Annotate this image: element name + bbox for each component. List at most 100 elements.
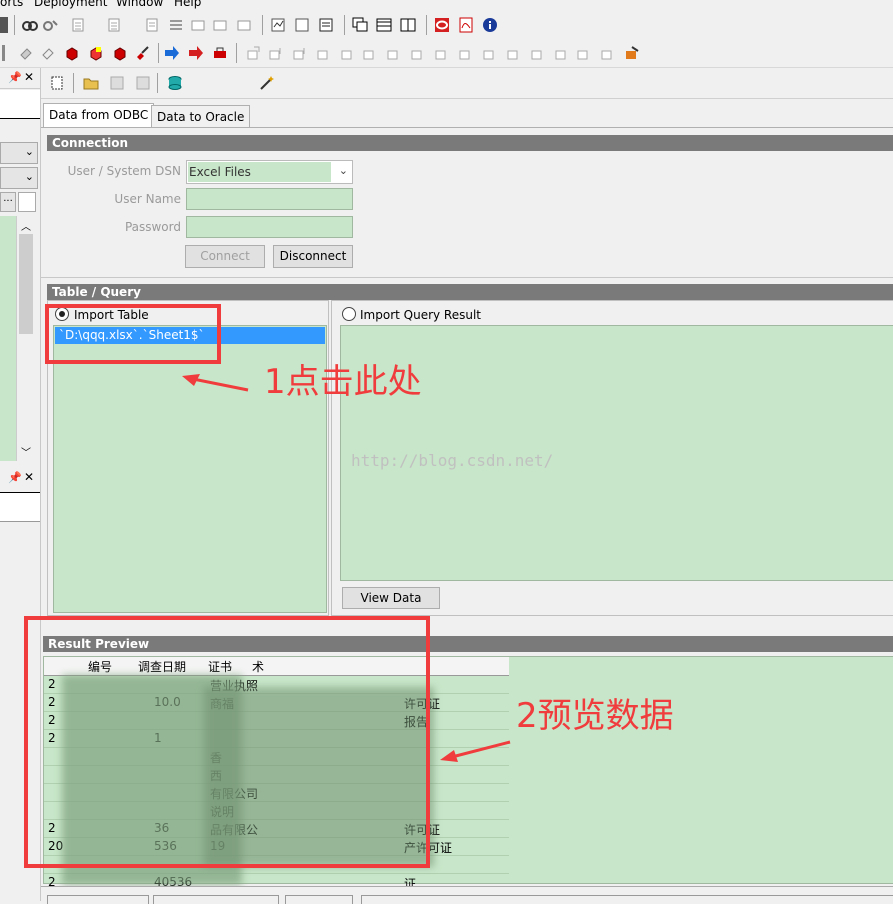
scrollbar-thumb[interactable]	[19, 234, 33, 334]
close-icon[interactable]: ✕	[24, 470, 34, 484]
username-label: User Name	[114, 192, 181, 206]
evaluate-icon[interactable]	[386, 45, 402, 61]
window-list-icon[interactable]	[400, 17, 416, 33]
reset-icon[interactable]	[458, 45, 474, 61]
compile-icon[interactable]	[530, 45, 546, 61]
ellipsis-button[interactable]: ...	[0, 192, 16, 212]
menu-item-window[interactable]: Window	[116, 0, 163, 9]
bottom-button[interactable]	[47, 895, 149, 904]
cascade-windows-icon[interactable]	[352, 17, 368, 33]
lowercase-icon[interactable]	[212, 17, 228, 33]
toggle-breakpoint-icon[interactable]	[340, 45, 356, 61]
pin-icon[interactable]: 📌	[8, 471, 22, 484]
connection-header: Connection	[47, 135, 893, 151]
yellow-cube-icon[interactable]	[88, 45, 104, 61]
schema-icon[interactable]	[600, 45, 616, 61]
tile-windows-icon[interactable]	[376, 17, 392, 33]
bottom-button[interactable]	[361, 895, 893, 904]
step-into-icon[interactable]	[246, 45, 262, 61]
database-icon[interactable]	[167, 75, 183, 91]
password-field[interactable]	[186, 216, 353, 238]
watch-icon[interactable]	[362, 45, 378, 61]
eraser-icon[interactable]	[40, 45, 56, 61]
uppercase-icon[interactable]	[190, 17, 206, 33]
chevron-down-icon[interactable]: ﹀	[21, 444, 31, 459]
step-over-icon[interactable]	[268, 45, 284, 61]
annotation-step2: 2预览数据	[516, 696, 674, 736]
grip-icon	[2, 45, 5, 61]
wizard-wand-icon[interactable]	[259, 75, 275, 91]
describe-icon[interactable]	[318, 17, 334, 33]
toolbar-separator	[157, 73, 158, 93]
info-icon[interactable]	[482, 17, 498, 33]
tab-data-from-odbc[interactable]: Data from ODBC	[43, 103, 155, 128]
menu-item-help[interactable]: Help	[174, 0, 201, 9]
pause-icon[interactable]	[434, 45, 450, 61]
document-icon[interactable]	[18, 192, 36, 212]
section-divider	[41, 277, 893, 278]
dsn-select[interactable]: Excel Files ⌄	[186, 160, 353, 184]
toolbar-separator	[73, 73, 74, 93]
stop-icon[interactable]	[212, 45, 228, 61]
brush-icon[interactable]	[134, 45, 150, 61]
page-icon[interactable]	[0, 17, 8, 33]
menu-item-deployment[interactable]: Deployment	[34, 0, 107, 9]
new-icon[interactable]	[49, 75, 65, 91]
find-icon[interactable]	[22, 17, 38, 33]
tab-divider	[41, 127, 893, 128]
run-to-cursor-icon[interactable]	[316, 45, 332, 61]
toolbar-separator	[262, 15, 263, 35]
find-next-icon[interactable]	[42, 17, 58, 33]
uncomment-icon[interactable]	[168, 17, 184, 33]
comment-icon[interactable]	[144, 17, 160, 33]
close-icon[interactable]: ✕	[24, 70, 34, 84]
run-arrow-icon[interactable]	[164, 45, 180, 61]
bug-icon[interactable]	[112, 45, 128, 61]
connect-button[interactable]: Connect	[185, 245, 265, 268]
indent-icon[interactable]	[70, 17, 86, 33]
import-query-label[interactable]: Import Query Result	[360, 308, 481, 322]
tab-data-to-oracle[interactable]: Data to Oracle	[151, 105, 251, 128]
save-as-icon[interactable]	[135, 75, 151, 91]
object-list[interactable]	[0, 216, 16, 461]
chevron-down-icon: ⌄	[24, 170, 34, 183]
open-folder-icon[interactable]	[83, 75, 99, 91]
step-out-icon[interactable]	[292, 45, 308, 61]
toolbar-separator	[14, 15, 15, 35]
explain-plan-icon[interactable]	[294, 17, 310, 33]
vertical-scrollbar[interactable]: ︿ ﹀	[16, 216, 37, 461]
query-builder-icon[interactable]	[270, 17, 286, 33]
format-icon[interactable]	[236, 17, 252, 33]
import-query-radio[interactable]	[342, 307, 356, 321]
panel-dropdown-1[interactable]: ⌄	[0, 142, 38, 164]
bottom-button[interactable]	[153, 895, 279, 904]
object-icon[interactable]	[576, 45, 592, 61]
annotation-rect-1	[45, 304, 221, 364]
panel-dropdown-2[interactable]: ⌄	[0, 167, 38, 189]
annotation-arrow-2	[440, 740, 511, 762]
menu-item-reports[interactable]: orts	[0, 0, 23, 9]
recompile-icon[interactable]	[554, 45, 570, 61]
view-data-button[interactable]: View Data	[342, 587, 440, 609]
clear-icon[interactable]	[18, 45, 34, 61]
profile-icon[interactable]	[506, 45, 522, 61]
disconnect-button[interactable]: Disconnect	[273, 245, 353, 268]
save-icon[interactable]	[109, 75, 125, 91]
password-label: Password	[124, 220, 181, 234]
trace-icon[interactable]	[482, 45, 498, 61]
username-field[interactable]	[186, 188, 353, 210]
pin-icon[interactable]: 📌	[8, 71, 22, 84]
red-cube-icon[interactable]	[64, 45, 80, 61]
debug-run-icon[interactable]	[624, 45, 640, 61]
panel-content	[0, 90, 40, 119]
outdent-icon[interactable]	[106, 17, 122, 33]
dsn-select-value: Excel Files	[188, 162, 331, 182]
toolbar-separator	[344, 15, 345, 35]
bottom-button[interactable]	[285, 895, 353, 904]
toolbar-separator	[426, 15, 427, 35]
oracle-icon[interactable]	[434, 17, 450, 33]
chevron-up-icon[interactable]: ︿	[21, 218, 31, 233]
pdf-icon[interactable]	[458, 17, 474, 33]
step-arrow-icon[interactable]	[188, 45, 204, 61]
call-stack-icon[interactable]	[410, 45, 426, 61]
